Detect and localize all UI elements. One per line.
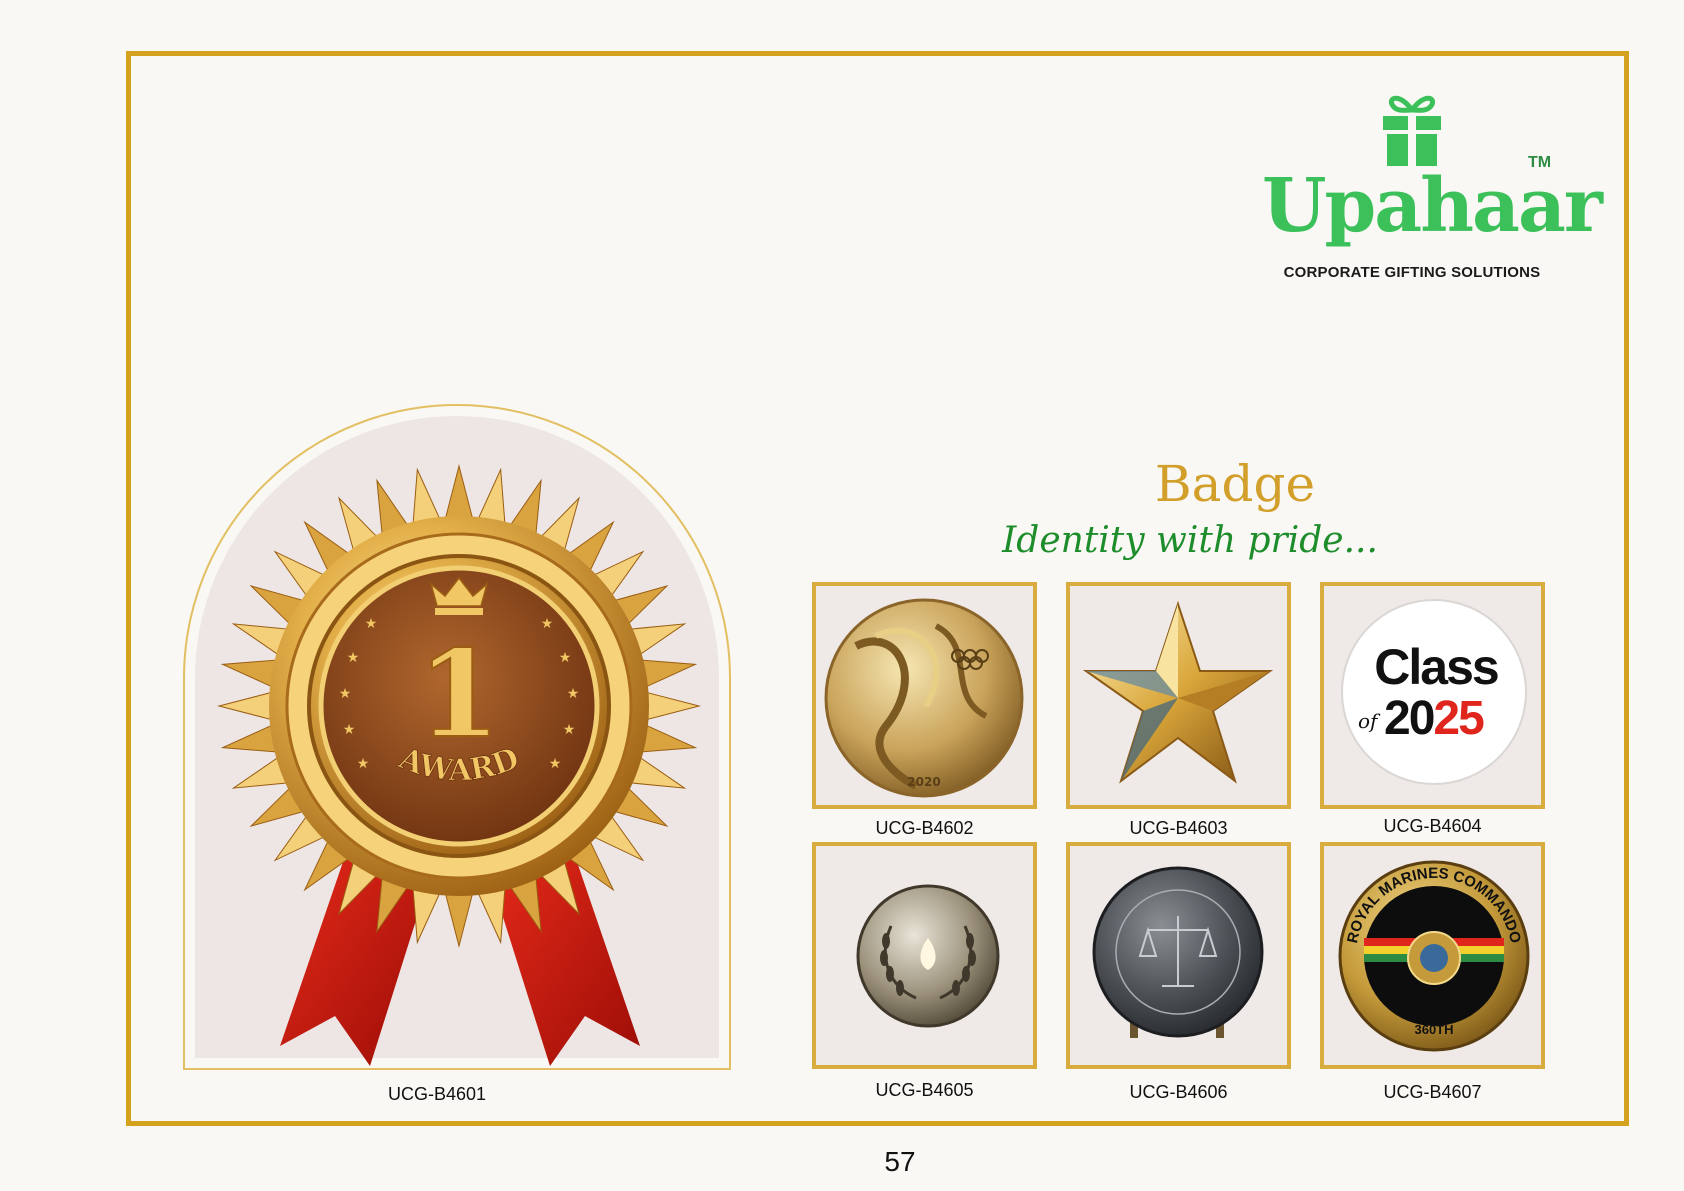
product-tile-justice-coin[interactable] bbox=[1066, 842, 1291, 1069]
svg-text:★: ★ bbox=[339, 686, 352, 702]
product-code: UCG-B4604 bbox=[1383, 816, 1482, 836]
product-code: UCG-B4607 bbox=[1383, 1082, 1482, 1102]
brand-logo: Upahaar TM CORPORATE GIFTING SOLUTIONS bbox=[1262, 88, 1603, 288]
laurel-flame-coin-icon bbox=[856, 884, 1000, 1028]
svg-text:2020: 2020 bbox=[907, 775, 940, 789]
coin-bottom-text: 360TH bbox=[1414, 1022, 1453, 1037]
featured-product-arch: ★ ★ ★ ★ ★ ★ ★ ★ ★ ★ 1 AWARD bbox=[183, 404, 731, 1070]
svg-text:★: ★ bbox=[347, 650, 360, 666]
section-title: Badge bbox=[1154, 455, 1316, 513]
brand-tagline: CORPORATE GIFTING SOLUTIONS bbox=[1283, 264, 1541, 281]
gold-star-icon bbox=[1082, 600, 1274, 784]
product-code: UCG-B4605 bbox=[875, 1080, 974, 1100]
product-code-featured: UCG-B4601 bbox=[387, 1084, 487, 1104]
product-code: UCG-B4602 bbox=[875, 818, 974, 838]
royal-marines-coin-icon: ROYAL MARINES COMMANDO 360TH bbox=[1338, 860, 1530, 1052]
product-tile-olympic-medal[interactable]: 2020 bbox=[812, 582, 1037, 809]
trademark-mark: TM bbox=[1528, 154, 1552, 171]
gift-icon bbox=[1383, 95, 1441, 166]
svg-text:★: ★ bbox=[559, 650, 572, 666]
svg-text:★: ★ bbox=[567, 686, 580, 702]
svg-text:★: ★ bbox=[365, 616, 378, 632]
svg-text:★: ★ bbox=[357, 756, 370, 772]
product-tile-laurel-coin[interactable] bbox=[812, 842, 1037, 1069]
award-rosette-icon: ★ ★ ★ ★ ★ ★ ★ ★ ★ ★ 1 AWARD bbox=[217, 464, 701, 1066]
olympic-medal-icon: 2020 bbox=[824, 598, 1024, 798]
product-tile-marines-coin[interactable]: ROYAL MARINES COMMANDO 360TH bbox=[1320, 842, 1545, 1069]
brand-name: Upahaar bbox=[1262, 163, 1603, 249]
svg-text:★: ★ bbox=[343, 722, 356, 738]
product-tile-gold-star[interactable] bbox=[1066, 582, 1291, 809]
product-tile-class-2025-button[interactable]: Class of 2025 bbox=[1320, 582, 1545, 809]
page-number: 57 bbox=[884, 1146, 916, 1177]
scales-of-justice-coin-icon bbox=[1092, 866, 1264, 1038]
product-code: UCG-B4606 bbox=[1129, 1082, 1228, 1102]
svg-text:★: ★ bbox=[541, 616, 554, 632]
product-code: UCG-B4603 bbox=[1129, 818, 1228, 838]
svg-text:Class: Class bbox=[1374, 639, 1498, 695]
medal-number: 1 bbox=[417, 624, 501, 765]
svg-text:★: ★ bbox=[563, 722, 576, 738]
svg-text:2025: 2025 bbox=[1384, 692, 1484, 745]
section-subtitle: Identity with pride... bbox=[1002, 520, 1378, 561]
class-of-2025-button-icon: Class of 2025 bbox=[1341, 599, 1527, 785]
svg-text:★: ★ bbox=[549, 756, 562, 772]
